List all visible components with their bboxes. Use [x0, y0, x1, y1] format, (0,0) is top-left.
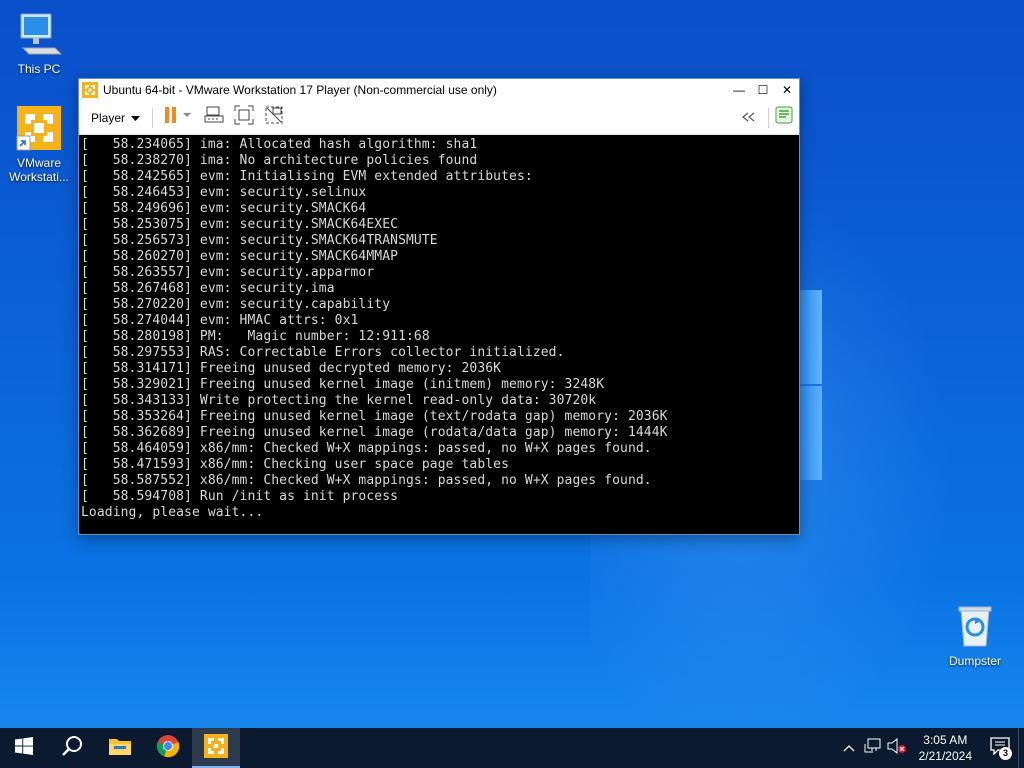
player-menu-button[interactable]: Player: [87, 109, 144, 127]
start-button[interactable]: [0, 728, 48, 768]
wallpaper-beam: [798, 290, 822, 384]
console-line: [ 58.464059] x86/mm: Checked W+X mapping…: [81, 441, 652, 456]
close-button[interactable]: ✕: [775, 79, 799, 101]
desktop-icon-label: This PC: [17, 62, 61, 76]
toolbar-divider: [768, 107, 769, 128]
notification-badge: 3: [999, 747, 1012, 760]
start-icon: [15, 736, 33, 760]
show-hidden-icons-button[interactable]: [837, 728, 861, 768]
console-line: [ 58.329021] Freeing unused kernel image…: [81, 377, 605, 392]
back-button[interactable]: [738, 107, 760, 129]
pause-button[interactable]: [161, 107, 195, 129]
taskbar: 3:05 AM 2/21/2024 3: [0, 728, 1024, 768]
send-ctrl-alt-del-button[interactable]: [203, 105, 225, 130]
console-line: [ 58.253075] evm: security.SMACK64EXEC: [81, 217, 399, 232]
maximize-button[interactable]: ☐: [751, 79, 775, 101]
player-toolbar: Player: [79, 101, 799, 135]
console-line: [ 58.362689] Freeing unused kernel image…: [81, 425, 668, 440]
network-button[interactable]: [861, 728, 885, 768]
console-line: [ 58.353264] Freeing unused kernel image…: [81, 409, 668, 424]
volume-button[interactable]: [885, 728, 909, 768]
pause-icon: [163, 106, 193, 129]
console-line: [ 58.471593] x86/mm: Checking user space…: [81, 457, 510, 472]
title-bar[interactable]: Ubuntu 64-bit - VMware Workstation 17 Pl…: [79, 79, 799, 101]
wallpaper-beam: [798, 386, 822, 480]
network-icon: [864, 738, 882, 759]
vmware-icon: [15, 104, 63, 152]
vm-console[interactable]: [ 58.234065] ima: Allocated hash algorit…: [79, 135, 799, 534]
taskbar-file-explorer[interactable]: [96, 728, 144, 768]
clock[interactable]: 3:05 AM 2/21/2024: [909, 732, 982, 764]
console-line: [ 58.270220] evm: security.capability: [81, 297, 391, 312]
console-line: [ 58.263557] evm: security.apparmor: [81, 265, 375, 280]
console-line: [ 58.314171] Freeing unused decrypted me…: [81, 361, 502, 376]
minimize-button[interactable]: —: [727, 79, 751, 101]
console-line: [ 58.274044] evm: HMAC attrs: 0x1: [81, 313, 359, 328]
file-explorer-icon: [108, 736, 132, 761]
console-line: [ 58.343133] Write protecting the kernel…: [81, 393, 597, 408]
console-line: [ 58.249696] evm: security.SMACK64: [81, 201, 367, 216]
clock-date: 2/21/2024: [918, 749, 972, 763]
console-line: [ 58.587552] x86/mm: Checked W+X mapping…: [81, 473, 652, 488]
console-line: [ 58.238270] ima: No architecture polici…: [81, 153, 478, 168]
console-line: Loading, please wait...: [81, 505, 264, 520]
chevron-down-icon: [131, 111, 141, 125]
console-line: [ 58.256573] evm: security.SMACK64TRANSM…: [81, 233, 438, 248]
fit-guest-button[interactable]: [233, 105, 255, 130]
console-line: [ 58.234065] ima: Allocated hash algorit…: [81, 137, 478, 152]
console-line: [ 58.260270] evm: security.SMACK64MMAP: [81, 249, 399, 264]
clock-time: 3:05 AM: [923, 733, 968, 747]
recycle-bin-icon: [951, 602, 999, 650]
unity-icon: [264, 105, 284, 130]
window-title: Ubuntu 64-bit - VMware Workstation 17 Pl…: [103, 83, 497, 97]
volume-muted-icon: [887, 737, 907, 759]
vmware-player-window[interactable]: Ubuntu 64-bit - VMware Workstation 17 Pl…: [78, 78, 800, 535]
back-icon: [741, 109, 757, 127]
console-output: [ 58.234065] ima: Allocated hash algorit…: [81, 137, 799, 521]
console-line: [ 58.297553] RAS: Correctable Errors col…: [81, 345, 565, 360]
system-tray: 3:05 AM 2/21/2024 3: [837, 728, 1024, 768]
toolbar-divider: [152, 107, 154, 128]
console-line: [ 58.267468] evm: security.ima: [81, 281, 335, 296]
message-log-icon: [775, 106, 793, 129]
unity-button[interactable]: [263, 105, 285, 130]
vmware-icon: [204, 733, 228, 763]
vmware-icon: [82, 82, 98, 98]
taskbar-chrome[interactable]: [144, 728, 192, 768]
search-button[interactable]: [48, 728, 96, 768]
console-line: [ 58.242565] evm: Initialising EVM exten…: [81, 169, 533, 184]
show-desktop-button[interactable]: [1018, 728, 1024, 768]
player-menu-label: Player: [91, 110, 126, 125]
chevron-up-icon: [843, 739, 855, 757]
desktop-icon-vmware[interactable]: VMware Workstati...: [2, 104, 76, 184]
console-line: [ 58.280198] PM: Magic number: 12:911:68: [81, 329, 430, 344]
fit-guest-icon: [234, 105, 254, 130]
desktop-icon-label: Dumpster: [948, 654, 1001, 668]
desktop-icon-label: VMware Workstati...: [9, 156, 69, 184]
desktop-icon-this-pc[interactable]: This PC: [2, 10, 76, 76]
computer-icon: [15, 10, 63, 58]
console-line: [ 58.594708] Run /init as init process: [81, 489, 399, 504]
console-line: [ 58.246453] evm: security.selinux: [81, 185, 367, 200]
search-icon: [61, 735, 83, 762]
taskbar-vmware[interactable]: [192, 728, 240, 768]
message-log-button[interactable]: [773, 106, 795, 129]
send-ctrl-alt-del-icon: [204, 105, 224, 130]
chrome-icon: [156, 734, 180, 763]
desktop-icon-dumpster[interactable]: Dumpster: [938, 602, 1012, 668]
action-center-button[interactable]: 3: [982, 728, 1018, 768]
